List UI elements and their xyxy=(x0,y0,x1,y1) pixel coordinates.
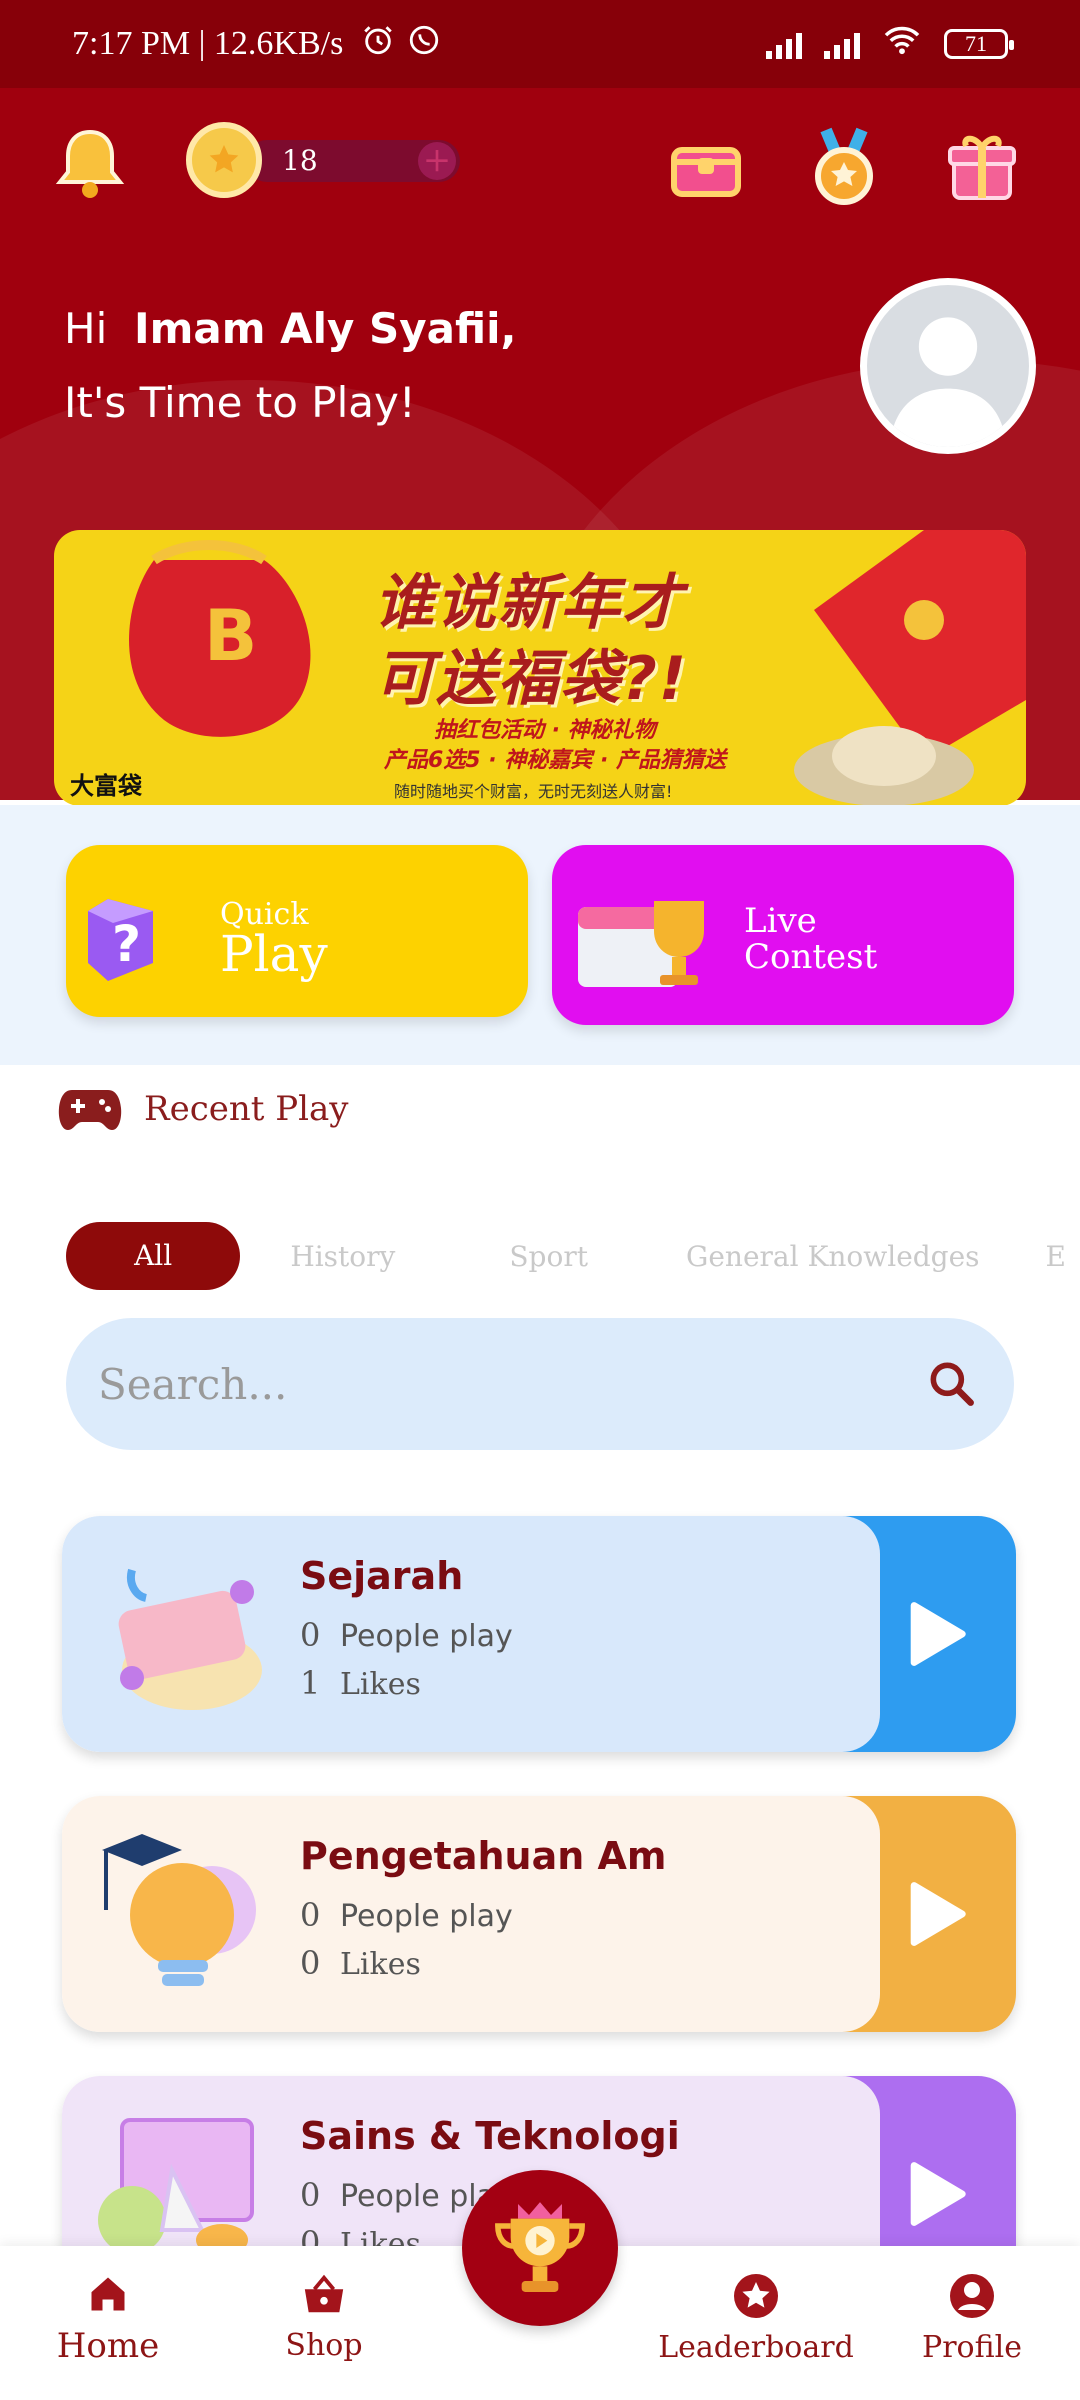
whatsapp-icon xyxy=(407,23,441,66)
question-cube-icon: ? xyxy=(88,899,153,981)
banner-line-4: 产品6选5 · 神秘嘉宾 · 产品猜猜送 xyxy=(384,748,726,773)
search-bar xyxy=(66,1318,1014,1450)
banner-headline-2: 可送福袋?! xyxy=(374,644,689,714)
status-bar: 7:17 PM | 12.6KB/s 71 xyxy=(0,0,1080,88)
quiz-title: Sains & Teknologi xyxy=(300,2114,680,2158)
search-icon[interactable] xyxy=(924,1356,980,1412)
banner-brand: 大富袋 xyxy=(70,772,142,800)
banner-line-5: 随时随地买个财富，无时无刻送人财富! xyxy=(394,782,673,801)
search-input[interactable] xyxy=(98,1342,878,1426)
avatar[interactable] xyxy=(860,278,1036,454)
people-play-stat: 0 People play xyxy=(300,1616,513,1654)
star-badge-icon xyxy=(734,2274,778,2318)
coin-count: 18 xyxy=(282,144,318,177)
recent-play-header: Recent Play xyxy=(58,1086,348,1132)
likes-count: 1 xyxy=(300,1664,321,1702)
nav-leaderboard-label: Leaderboard xyxy=(658,2330,854,2365)
quiz-card[interactable]: Pengetahuan Am 0 People play 0 Likes xyxy=(62,1796,1016,2032)
signal-icon xyxy=(824,29,860,59)
likes-label: Likes xyxy=(340,1667,421,1702)
likes-stat: 1 Likes xyxy=(300,1664,421,1702)
quick-play-button[interactable]: ? Quick Play xyxy=(66,845,528,1017)
nav-home[interactable]: Home xyxy=(28,2272,188,2366)
wifi-icon xyxy=(882,24,922,65)
nav-shop[interactable]: Shop xyxy=(244,2272,404,2363)
svg-text:?: ? xyxy=(112,915,141,973)
quick-play-label: Play xyxy=(220,925,328,983)
tab-all[interactable]: All xyxy=(66,1222,241,1290)
battery-icon: 71 xyxy=(944,29,1014,59)
alarm-icon xyxy=(361,23,395,66)
greeting-subtitle: It's Time to Play! xyxy=(64,378,416,427)
top-bar: 18 + xyxy=(0,118,1080,228)
play-icon xyxy=(910,1602,966,1666)
coin-balance: 18 + xyxy=(246,140,460,182)
trophy-calendar-icon xyxy=(578,901,704,987)
scroll-icon xyxy=(118,1568,262,1710)
gamepad-icon xyxy=(58,1090,122,1130)
nav-shop-label: Shop xyxy=(285,2328,363,2363)
category-tabs: All History Sport General Knowledges E xyxy=(66,1222,1066,1290)
promo-banner[interactable]: B 谁说新年才 可送福袋?! 抽红包活动 · 神秘礼物 产品6选5 · 神秘嘉宾… xyxy=(54,530,1026,806)
medal-icon[interactable] xyxy=(804,126,884,206)
people-play-stat: 0 People play xyxy=(300,1896,513,1934)
people-play-label: People play xyxy=(340,1899,513,1934)
user-name: Imam Aly Syafii, xyxy=(133,304,517,353)
add-coin-button[interactable]: + xyxy=(418,142,456,180)
gift-icon[interactable] xyxy=(942,126,1022,206)
recent-play-title: Recent Play xyxy=(144,1089,349,1129)
quiz-card[interactable]: Sejarah 0 People play 1 Likes xyxy=(62,1516,1016,1752)
people-play-count: 0 xyxy=(300,2176,321,2214)
nav-profile-label: Profile xyxy=(922,2330,1022,2365)
coin-icon xyxy=(186,122,262,198)
quiz-card-body: Sejarah 0 People play 1 Likes xyxy=(62,1516,880,1752)
live-contest-line-2: Contest xyxy=(744,937,878,977)
basket-icon xyxy=(304,2274,344,2313)
lightbulb-icon xyxy=(102,1834,256,1986)
signal-icon xyxy=(766,29,802,59)
greeting-hi: Hi xyxy=(64,304,108,353)
likes-label: Likes xyxy=(340,1947,421,1982)
people-play-label: People play xyxy=(340,1619,513,1654)
status-time-speed: 7:17 PM | 12.6KB/s xyxy=(72,25,344,62)
svg-text:B: B xyxy=(204,595,257,677)
live-contest-button[interactable]: Live Contest xyxy=(552,845,1014,1025)
nav-leaderboard[interactable]: Leaderboard xyxy=(654,2272,858,2365)
quiz-title: Pengetahuan Am xyxy=(300,1834,667,1878)
play-trophy-button[interactable] xyxy=(462,2170,618,2326)
lucky-bag-image: B xyxy=(129,540,311,737)
banner-headline-1: 谁说新年才 xyxy=(374,568,684,638)
tab-history[interactable]: History xyxy=(290,1240,395,1273)
play-icon xyxy=(910,1882,966,1946)
greeting: Hi Imam Aly Syafii, It's Time to Play! xyxy=(64,292,516,440)
quiz-title: Sejarah xyxy=(300,1554,464,1598)
quiz-card-body: Pengetahuan Am 0 People play 0 Likes xyxy=(62,1796,880,2032)
tab-e[interactable]: E xyxy=(1046,1240,1066,1273)
banner-line-3: 抽红包活动 · 神秘礼物 xyxy=(434,718,656,743)
play-icon xyxy=(910,2162,966,2226)
tab-sport[interactable]: Sport xyxy=(509,1240,588,1273)
red-envelope-image xyxy=(794,530,1026,806)
likes-stat: 0 Likes xyxy=(300,1944,421,1982)
likes-count: 0 xyxy=(300,1944,321,1982)
home-icon xyxy=(91,2277,125,2311)
live-contest-line-1: Live xyxy=(744,901,817,941)
trophy-play-icon xyxy=(495,2202,585,2292)
nav-home-label: Home xyxy=(56,2326,160,2366)
chest-icon[interactable] xyxy=(666,126,746,206)
people-play-count: 0 xyxy=(300,1616,321,1654)
profile-icon xyxy=(950,2274,994,2318)
battery-level: 71 xyxy=(965,31,987,56)
tab-general-knowledges[interactable]: General Knowledges xyxy=(686,1240,980,1273)
bell-icon[interactable] xyxy=(50,122,130,202)
people-play-count: 0 xyxy=(300,1896,321,1934)
nav-profile[interactable]: Profile xyxy=(892,2272,1052,2365)
